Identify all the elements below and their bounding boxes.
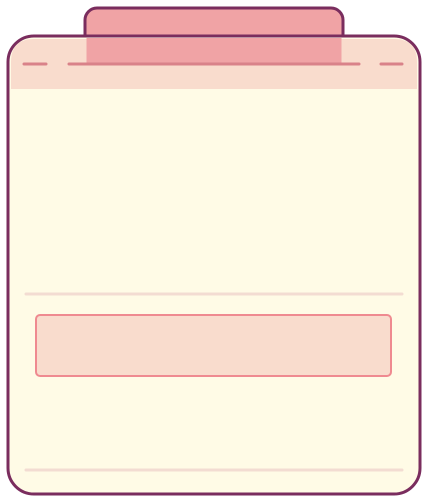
clipboard-board	[6, 34, 422, 496]
clipboard-clip-front	[86, 38, 342, 63]
content-field	[35, 314, 392, 377]
clipboard-icon	[6, 6, 422, 496]
clipboard-illustration	[0, 0, 428, 502]
